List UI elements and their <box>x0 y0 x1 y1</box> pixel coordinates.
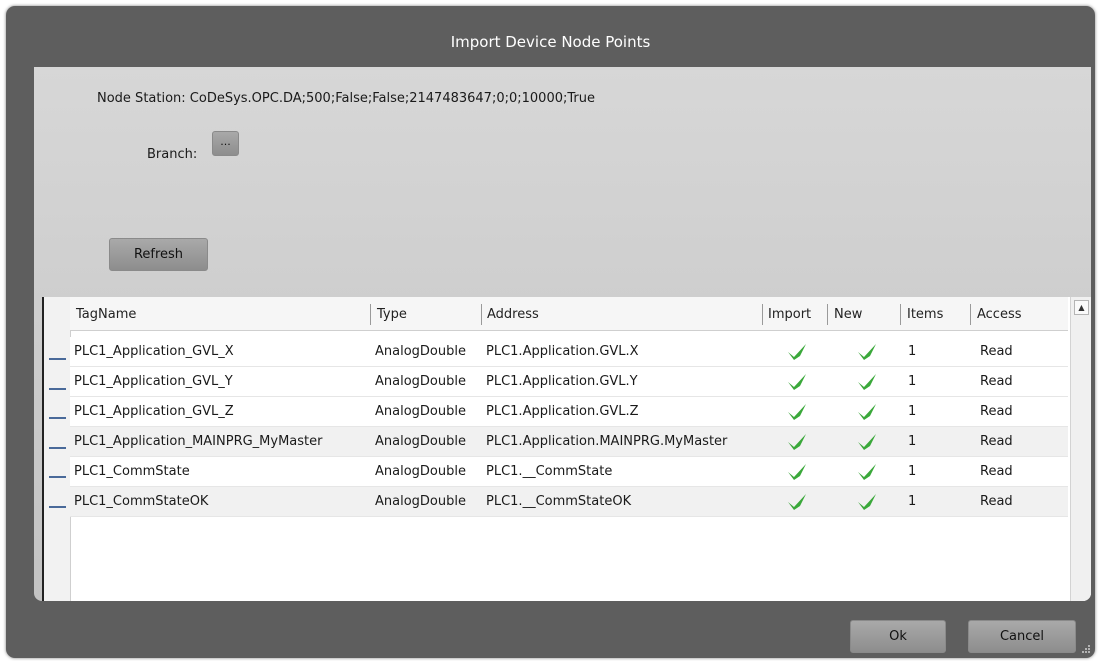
cell-tagname: PLC1_CommState <box>74 464 190 479</box>
row-marker[interactable] <box>49 476 66 478</box>
row-marker[interactable] <box>49 388 66 390</box>
check-icon <box>788 494 806 510</box>
cell-type: AnalogDouble <box>375 374 466 389</box>
cell-tagname: PLC1_Application_GVL_X <box>74 344 234 359</box>
branch-browse-button[interactable]: ... <box>212 131 239 156</box>
column-header-items[interactable]: Items <box>907 297 943 330</box>
cell-address: PLC1.Application.GVL.X <box>486 344 639 359</box>
node-station-label: Node Station: CoDeSys.OPC.DA;500;False;F… <box>97 91 595 106</box>
table-row[interactable]: PLC1_Application_GVL_X AnalogDouble PLC1… <box>70 337 1068 367</box>
import-dialog: Import Device Node Points Node Station: … <box>6 6 1095 658</box>
cell-address: PLC1.__CommState <box>486 464 613 479</box>
refresh-button[interactable]: Refresh <box>109 238 208 271</box>
check-icon <box>788 464 806 480</box>
row-marker[interactable] <box>49 506 66 508</box>
check-icon <box>788 374 806 390</box>
resize-grip-icon[interactable] <box>1081 644 1091 654</box>
branch-label: Branch: <box>147 147 198 162</box>
column-header-access[interactable]: Access <box>977 297 1022 330</box>
row-marker[interactable] <box>49 417 66 419</box>
column-header-type[interactable]: Type <box>377 297 407 330</box>
grid-header: TagName Type Address Import New Items Ac… <box>70 297 1068 331</box>
cell-access: Read <box>980 344 1013 359</box>
cell-items: 1 <box>908 404 917 419</box>
table-row[interactable]: PLC1_CommStateOK AnalogDouble PLC1.__Com… <box>70 487 1068 517</box>
column-separator[interactable] <box>370 304 371 325</box>
table-row[interactable]: PLC1_Application_GVL_Y AnalogDouble PLC1… <box>70 367 1068 397</box>
cell-access: Read <box>980 464 1013 479</box>
cell-type: AnalogDouble <box>375 434 466 449</box>
cell-items: 1 <box>908 434 917 449</box>
check-icon <box>858 494 876 510</box>
cell-access: Read <box>980 494 1013 509</box>
column-header-address[interactable]: Address <box>487 297 539 330</box>
column-separator[interactable] <box>827 304 828 325</box>
column-separator[interactable] <box>970 304 971 325</box>
cell-access: Read <box>980 434 1013 449</box>
cell-address: PLC1.Application.MAINPRG.MyMaster <box>486 434 728 449</box>
cell-address: PLC1.Application.GVL.Z <box>486 404 639 419</box>
ok-button[interactable]: Ok <box>850 620 946 653</box>
cell-address: PLC1.__CommStateOK <box>486 494 632 509</box>
dialog-title: Import Device Node Points <box>450 33 651 51</box>
column-separator[interactable] <box>762 304 763 325</box>
cell-type: AnalogDouble <box>375 494 466 509</box>
column-header-tagname[interactable]: TagName <box>76 297 136 330</box>
grid-rows: PLC1_Application_GVL_X AnalogDouble PLC1… <box>70 337 1068 517</box>
content-panel: Node Station: CoDeSys.OPC.DA;500;False;F… <box>34 67 1091 601</box>
row-header-column <box>44 297 71 601</box>
column-header-new[interactable]: New <box>834 297 862 330</box>
check-icon <box>858 404 876 420</box>
cell-type: AnalogDouble <box>375 344 466 359</box>
check-icon <box>788 404 806 420</box>
vertical-scrollbar[interactable]: ▲ <box>1070 297 1091 601</box>
cell-tagname: PLC1_Application_MAINPRG_MyMaster <box>74 434 323 449</box>
cell-items: 1 <box>908 344 917 359</box>
check-icon <box>858 374 876 390</box>
table-row[interactable]: PLC1_Application_GVL_Z AnalogDouble PLC1… <box>70 397 1068 427</box>
column-separator[interactable] <box>900 304 901 325</box>
cell-address: PLC1.Application.GVL.Y <box>486 374 638 389</box>
scroll-up-arrow-icon[interactable]: ▲ <box>1074 300 1089 315</box>
cell-type: AnalogDouble <box>375 464 466 479</box>
table-row[interactable]: PLC1_Application_MAINPRG_MyMaster Analog… <box>70 427 1068 457</box>
cell-tagname: PLC1_CommStateOK <box>74 494 209 509</box>
cell-access: Read <box>980 404 1013 419</box>
cell-items: 1 <box>908 494 917 509</box>
cell-items: 1 <box>908 464 917 479</box>
check-icon <box>858 434 876 450</box>
node-points-grid[interactable]: TagName Type Address Import New Items Ac… <box>42 297 1091 601</box>
cell-access: Read <box>980 374 1013 389</box>
cell-items: 1 <box>908 374 917 389</box>
table-row[interactable]: PLC1_CommState AnalogDouble PLC1.__CommS… <box>70 457 1068 487</box>
cell-tagname: PLC1_Application_GVL_Y <box>74 374 233 389</box>
check-icon <box>858 464 876 480</box>
check-icon <box>788 434 806 450</box>
cancel-button[interactable]: Cancel <box>968 620 1076 653</box>
column-separator[interactable] <box>481 304 482 325</box>
row-marker[interactable] <box>49 447 66 449</box>
cell-type: AnalogDouble <box>375 404 466 419</box>
check-icon <box>788 344 806 360</box>
column-header-import[interactable]: Import <box>768 297 811 330</box>
cell-tagname: PLC1_Application_GVL_Z <box>74 404 234 419</box>
check-icon <box>858 344 876 360</box>
row-marker[interactable] <box>49 358 66 360</box>
